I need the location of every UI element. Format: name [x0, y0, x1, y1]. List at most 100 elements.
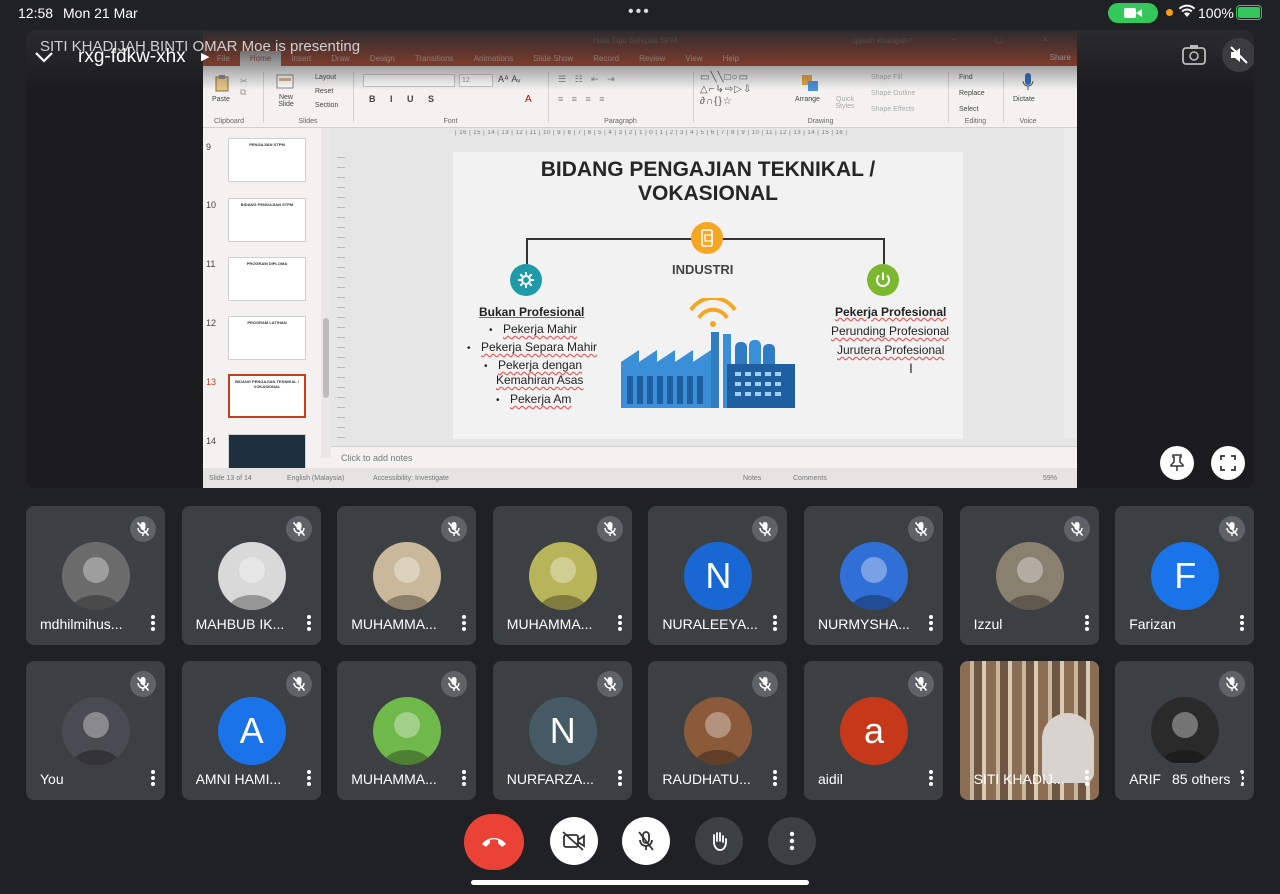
industry-node-icon [691, 222, 723, 254]
participant-tile[interactable]: MAHBUB IK... [181, 506, 321, 645]
muted-mic-icon [908, 516, 934, 542]
tab-slide-show[interactable]: Slide Show [523, 51, 583, 66]
slide-thumbnail-selected[interactable]: BIDANG PENGAJIAN TEKNIKAL / VOKASIONAL [228, 374, 306, 418]
tile-more-options-icon[interactable] [928, 769, 934, 787]
participant-tile[interactable]: N NURFARZA... [492, 661, 632, 800]
notes-pane[interactable]: Click to add notes [331, 446, 1077, 468]
comments-toggle[interactable]: Comments [793, 475, 827, 482]
tile-more-options-icon[interactable] [306, 614, 312, 632]
vertical-ruler [337, 148, 345, 438]
connector-line [526, 238, 528, 264]
participant-tile[interactable]: Izzul [959, 506, 1099, 645]
zoom-level[interactable]: 59% [1043, 475, 1057, 482]
tab-record[interactable]: Record [583, 51, 629, 66]
home-indicator[interactable] [471, 880, 809, 885]
switch-camera-icon[interactable] [1182, 44, 1206, 71]
tile-more-options-icon[interactable] [772, 769, 778, 787]
participant-tile[interactable]: MUHAMMA... [337, 506, 477, 645]
mic-off-button[interactable] [622, 817, 670, 865]
raise-hand-button[interactable] [695, 817, 743, 865]
tab-help[interactable]: Help [713, 51, 749, 66]
participant-name: aidil [818, 771, 843, 787]
tab-transitions[interactable]: Transitions [405, 51, 464, 66]
slide-thumbnail[interactable]: PENGAJIAN STPM [228, 138, 306, 182]
muted-mic-icon [596, 516, 623, 542]
slide-thumbnail[interactable]: PROGRAM DIPLOMA [228, 257, 306, 301]
participant-tile[interactable]: a aidil [804, 661, 943, 800]
chevron-down-icon[interactable] [31, 46, 57, 73]
more-options-button[interactable] [768, 817, 816, 865]
notes-toggle[interactable]: Notes [743, 475, 761, 482]
speaker-muted-icon[interactable] [1222, 38, 1254, 72]
accessibility-status[interactable]: Accessibility: Investigate [373, 475, 449, 482]
participant-tile[interactable]: RAUDHATU... [648, 661, 788, 800]
participant-name: Farizan [1129, 616, 1176, 632]
clipboard-group-label: Clipboard [214, 118, 244, 125]
voice-group-label: Voice [1019, 118, 1037, 125]
slide-editing-area: | 16 | 15 | 14 | 13 | 12 | 11 | 10 | 9 |… [331, 128, 1077, 446]
muted-mic-icon [285, 516, 312, 542]
avatar: N [684, 542, 753, 610]
text-cursor-icon: I [909, 360, 913, 376]
participant-tile[interactable]: MUHAMMA... [337, 661, 477, 800]
slide-title-line1: BIDANG PENGAJIAN TEKNIKAL / [540, 158, 876, 181]
tile-more-options-icon[interactable] [150, 769, 156, 787]
window-controls[interactable]: ▭ – ▢ ✕ [904, 34, 1067, 45]
meeting-code[interactable]: rxg-fdkw-xhx [78, 46, 186, 68]
tab-view[interactable]: View [675, 51, 712, 66]
camera-in-use-icon [1108, 3, 1158, 23]
right-item: Jurutera Profesional [837, 343, 945, 357]
share-button[interactable]: Share [1050, 53, 1071, 62]
language-indicator[interactable]: English (Malaysia) [287, 475, 344, 482]
thumb-number: 10 [206, 200, 217, 210]
tile-more-options-icon[interactable] [306, 769, 312, 787]
tile-more-options-icon[interactable] [461, 769, 467, 787]
camera-off-button[interactable] [550, 817, 598, 865]
fullscreen-button[interactable] [1211, 446, 1245, 480]
muted-mic-icon [130, 516, 156, 542]
current-slide[interactable]: BIDANG PENGAJIAN TEKNIKAL / VOKASIONAL I… [453, 152, 963, 439]
pin-button[interactable] [1160, 446, 1194, 480]
tile-more-options-icon[interactable] [461, 614, 467, 632]
slide-scrollbar[interactable] [1064, 128, 1076, 438]
participant-tile[interactable]: You [26, 661, 165, 800]
participant-tile[interactable]: N NURALEEYA... [648, 506, 788, 645]
factory-illustration [619, 295, 797, 417]
drawing-group-label: Drawing [807, 118, 834, 125]
participant-name: RAUDHATU... [662, 771, 751, 787]
others-count-chip[interactable]: 85 others [1160, 763, 1243, 795]
tile-more-options-icon[interactable] [772, 614, 778, 632]
participant-tile[interactable]: A AMNI HAMI... [181, 661, 321, 800]
caret-right-icon[interactable]: ▶ [201, 50, 209, 63]
tile-more-options-icon[interactable] [928, 614, 934, 632]
tile-more-options-icon[interactable] [617, 769, 623, 787]
thumbnail-scrollbar[interactable] [321, 128, 331, 458]
participant-tile[interactable]: mdhilmihus... [26, 506, 165, 645]
tile-more-options-icon[interactable] [1084, 614, 1090, 632]
muted-mic-icon [441, 516, 468, 542]
paragraph-group-label: Paragraph [604, 118, 637, 125]
multitasking-dots-icon[interactable]: ••• [628, 3, 651, 21]
participant-tile[interactable]: F Farizan [1115, 506, 1255, 645]
tab-design[interactable]: Design [360, 51, 405, 66]
left-item: Pekerja Am [510, 392, 572, 406]
end-call-button[interactable] [464, 814, 524, 870]
tile-more-options-icon[interactable] [1239, 614, 1245, 632]
participant-tile[interactable]: SITI KHADIJ... [959, 661, 1099, 800]
tile-more-options-icon[interactable] [617, 614, 623, 632]
participant-name: mdhilmihus... [40, 616, 123, 632]
tab-review[interactable]: Review [629, 51, 675, 66]
participant-name: SITI KHADIJ... [973, 771, 1065, 787]
participant-tile[interactable]: NURMYSHA... [804, 506, 943, 645]
muted-mic-icon [1219, 516, 1246, 542]
tile-more-options-icon[interactable] [150, 614, 156, 632]
tab-animations[interactable]: Animations [464, 51, 524, 66]
ppt-workspace: 9 PENGAJIAN STPM 10 BIDANG PENGAJIAN STP… [203, 128, 1077, 488]
slide-thumbnail[interactable]: BIDANG PENGAJIAN STPM [228, 198, 306, 242]
participant-tile[interactable]: MUHAMMA... [492, 506, 632, 645]
ios-status-bar: 12:58 Mon 21 Mar ••• 100% [0, 0, 1280, 26]
avatar [840, 542, 908, 610]
tile-more-options-icon[interactable] [1084, 769, 1090, 787]
shared-powerpoint-window: Hala Tuju Selepas SPM qaseh khadijah ▭ –… [203, 30, 1077, 488]
slide-thumbnail[interactable]: PROGRAM LATIHAN [228, 316, 306, 360]
